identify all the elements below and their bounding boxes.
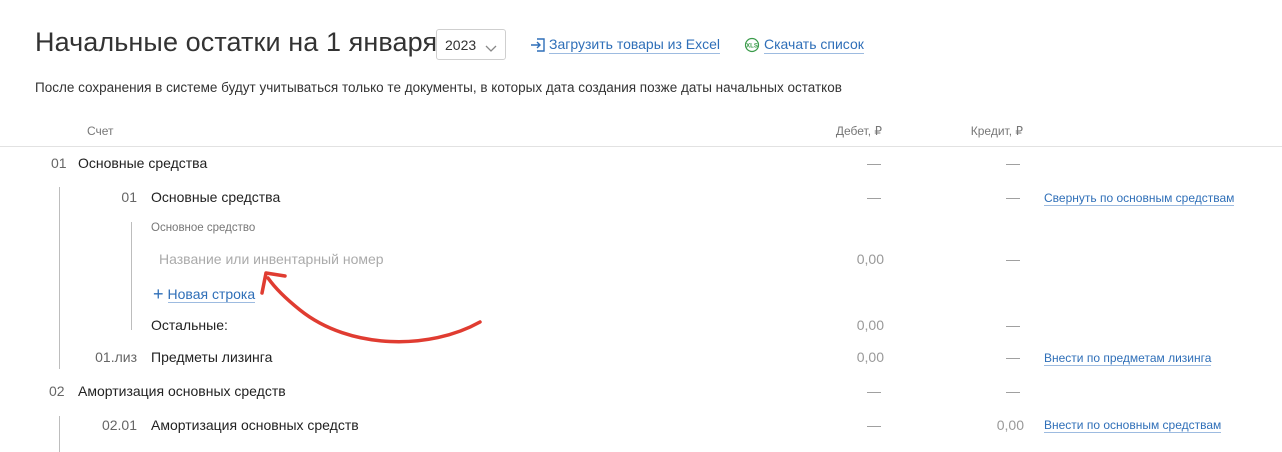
annotation-arrow-icon xyxy=(260,271,482,344)
